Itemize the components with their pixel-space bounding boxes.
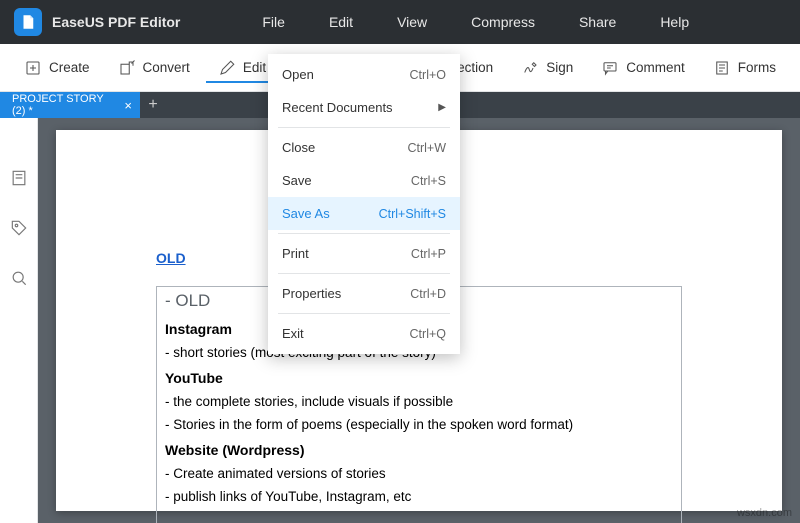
menu-item-shortcut: Ctrl+Q [410,327,446,341]
menu-item-label: Open [282,67,314,82]
forms-button[interactable]: Forms [701,53,788,83]
menu-compress[interactable]: Compress [449,0,557,44]
thumbnails-icon[interactable] [9,168,29,188]
body-line: - publish links of YouTube, Instagram, e… [165,489,673,504]
comment-label: Comment [626,60,685,75]
menu-item-save[interactable]: Save Ctrl+S [268,164,460,197]
menu-separator [278,313,450,314]
link-old[interactable]: OLD [156,250,186,266]
comment-button[interactable]: Comment [589,53,697,83]
menu-item-shortcut: Ctrl+P [411,247,446,261]
watermark: wsxdn.com [737,507,792,519]
menu-item-close[interactable]: Close Ctrl+W [268,131,460,164]
convert-label: Convert [143,60,190,75]
forms-label: Forms [738,60,776,75]
menu-item-shortcut: Ctrl+W [407,141,446,155]
menu-item-recent[interactable]: Recent Documents ▶ [268,91,460,124]
menu-item-exit[interactable]: Exit Ctrl+Q [268,317,460,350]
tab-title: PROJECT STORY (2) * [12,93,116,117]
side-rail [0,118,38,523]
menu-item-label: Print [282,246,309,261]
forms-icon [713,59,731,77]
pencil-icon [218,59,236,77]
menu-item-shortcut: Ctrl+S [411,174,446,188]
document-tab[interactable]: PROJECT STORY (2) * × [0,92,140,118]
menu-view[interactable]: View [375,0,449,44]
menu-item-properties[interactable]: Properties Ctrl+D [268,277,460,310]
menu-item-print[interactable]: Print Ctrl+P [268,237,460,270]
body-line: - Stories in the form of poems (especial… [165,417,673,432]
sign-icon [521,59,539,77]
tag-icon[interactable] [9,218,29,238]
menubar: EaseUS PDF Editor File Edit View Compres… [0,0,800,44]
comment-icon [601,59,619,77]
menu-separator [278,233,450,234]
menu-item-label: Close [282,140,315,155]
menu-item-label: Recent Documents [282,100,393,115]
plus-box-icon [24,59,42,77]
create-label: Create [49,60,90,75]
menu-item-shortcut: Ctrl+O [410,68,446,82]
menu-item-label: Properties [282,286,341,301]
menu-separator [278,127,450,128]
close-icon[interactable]: × [124,98,132,113]
edit-label: Edit [243,60,266,75]
menu-item-shortcut: Ctrl+D [410,287,446,301]
menu-item-open[interactable]: Open Ctrl+O [268,58,460,91]
convert-button[interactable]: Convert [106,53,202,83]
section-title-website: Website (Wordpress) [165,442,673,458]
section-title-youtube: YouTube [165,370,673,386]
app-logo [14,8,42,36]
menu-share[interactable]: Share [557,0,638,44]
pdf-icon [19,13,37,31]
menu-item-label: Save As [282,206,330,221]
menu-edit[interactable]: Edit [307,0,375,44]
menu-item-label: Exit [282,326,304,341]
file-dropdown: Open Ctrl+O Recent Documents ▶ Close Ctr… [268,54,460,354]
new-tab-button[interactable]: + [140,92,166,118]
menu-item-shortcut: Ctrl+Shift+S [379,207,446,221]
search-icon[interactable] [9,268,29,288]
convert-icon [118,59,136,77]
create-button[interactable]: Create [12,53,102,83]
menu-item-label: Save [282,173,312,188]
body-line: - Create animated versions of stories [165,466,673,481]
sign-button[interactable]: Sign [509,53,585,83]
menu-help[interactable]: Help [638,0,711,44]
sign-label: Sign [546,60,573,75]
menu-separator [278,273,450,274]
menu-item-save-as[interactable]: Save As Ctrl+Shift+S [268,197,460,230]
app-title: EaseUS PDF Editor [52,14,180,30]
chevron-right-icon: ▶ [438,102,446,113]
body-line: - the complete stories, include visuals … [165,394,673,409]
menu-file[interactable]: File [240,0,307,44]
